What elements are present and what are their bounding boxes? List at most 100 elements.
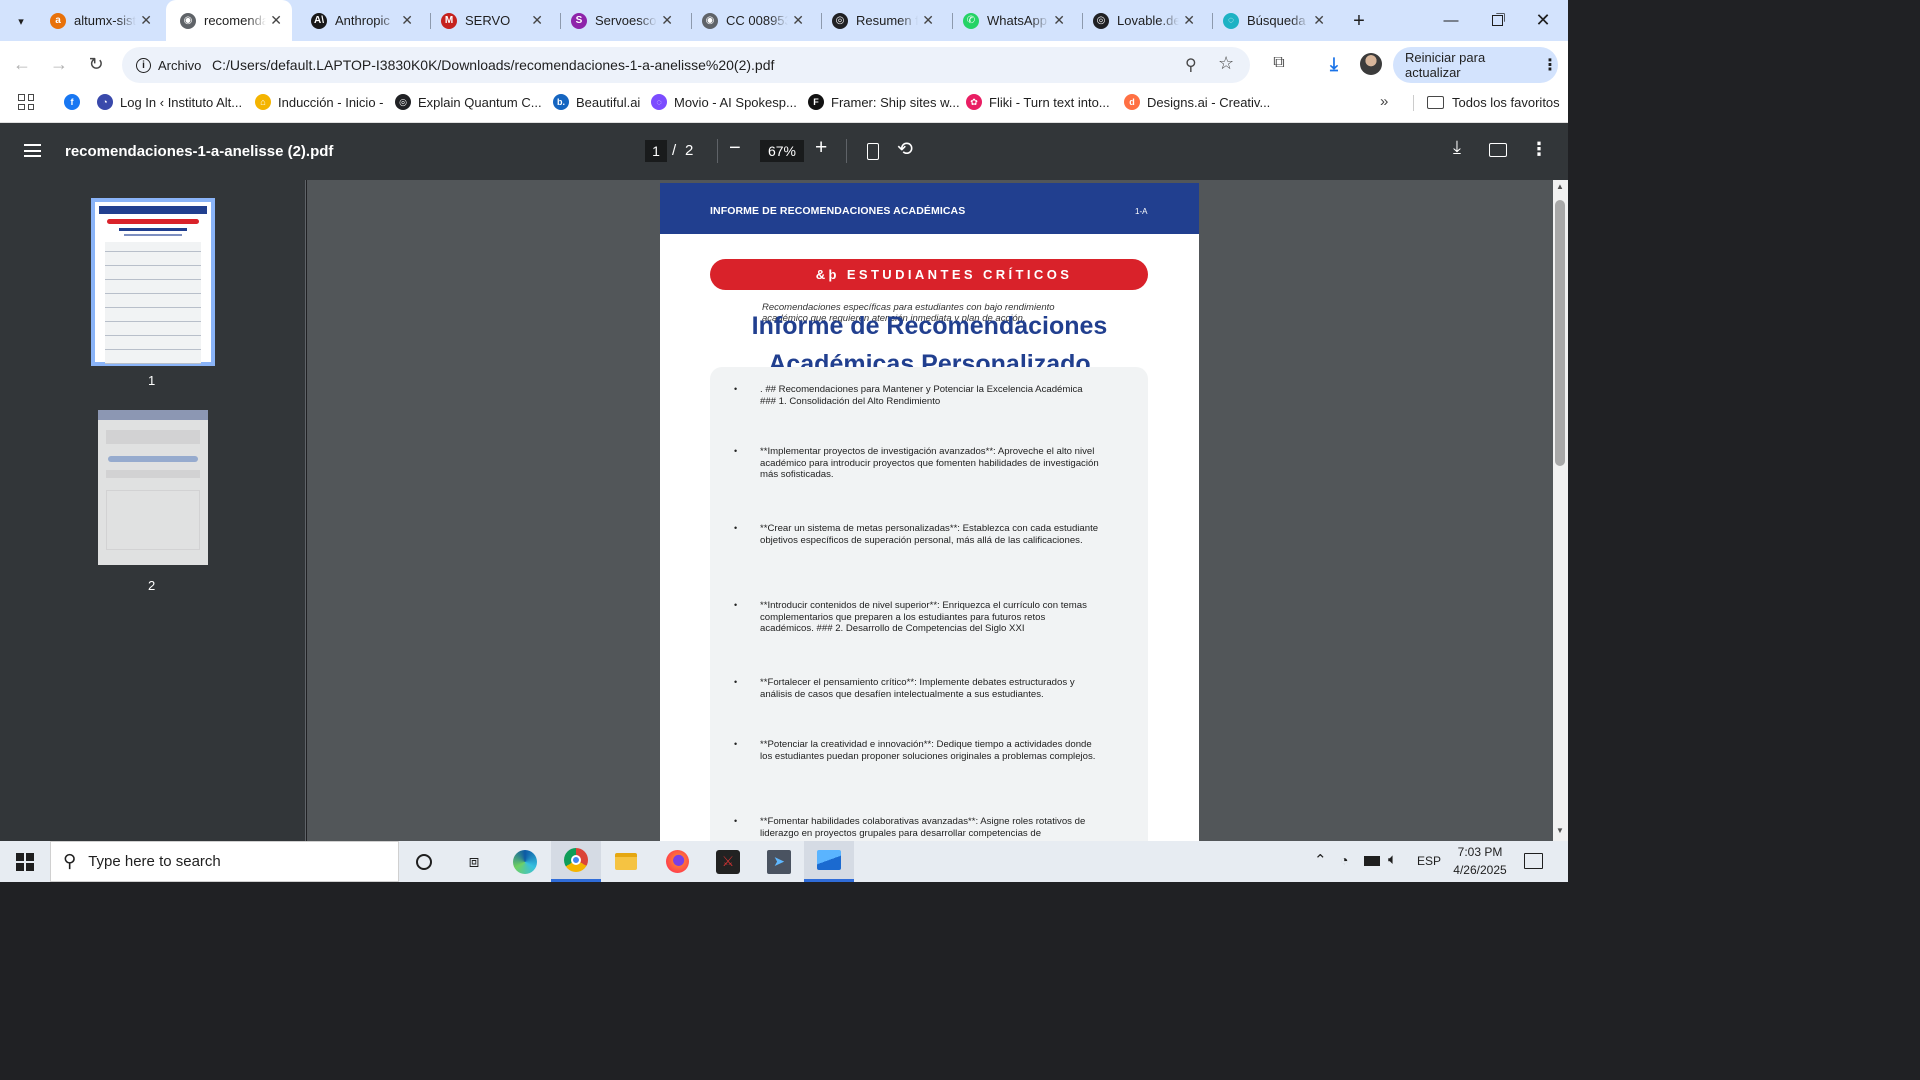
- show-hidden-icons[interactable]: ⌃: [1314, 851, 1327, 869]
- bookmark-item-7[interactable]: F Framer: Ship sites w...: [808, 88, 960, 116]
- thumbnail-page-2[interactable]: [98, 410, 208, 565]
- rotate-icon[interactable]: ⟲: [897, 138, 913, 161]
- minimize-button[interactable]: —: [1428, 0, 1474, 41]
- tab-separator: [691, 13, 692, 29]
- bookmark-icon: ◌: [651, 94, 667, 110]
- zoom-in-button[interactable]: +: [815, 136, 827, 160]
- new-tab-button[interactable]: +: [1346, 8, 1372, 34]
- start-button[interactable]: [0, 841, 50, 882]
- bookmark-item-5[interactable]: b. Beautiful.ai: [553, 88, 640, 116]
- tab-close-icon[interactable]: ✕: [1313, 12, 1325, 29]
- bookmark-item-2[interactable]: ◔ Log In ‹ Instituto Alt...: [97, 88, 242, 116]
- tab-close-icon[interactable]: ✕: [401, 12, 413, 29]
- tab-2[interactable]: ◉ recomenda ✕: [166, 0, 292, 41]
- tab-favicon-icon: S: [571, 12, 587, 29]
- taskbar-search-box[interactable]: ⚲ Type here to search: [50, 841, 399, 882]
- cortana-icon[interactable]: [399, 841, 449, 882]
- fit-page-icon[interactable]: [867, 143, 879, 160]
- bookmark-item-6[interactable]: ◌ Movio - AI Spokesp...: [651, 88, 797, 116]
- chrome-icon[interactable]: [551, 841, 601, 882]
- bookmark-label: Movio - AI Spokesp...: [674, 94, 797, 110]
- bookmarks-overflow-icon[interactable]: »: [1380, 93, 1388, 110]
- bookmark-item-8[interactable]: ✿ Fliki - Turn text into...: [966, 88, 1110, 116]
- print-icon[interactable]: [1489, 143, 1507, 157]
- url-text[interactable]: C:/Users/default.LAPTOP-I3830K0K/Downloa…: [212, 57, 774, 73]
- extensions-icon[interactable]: ⧉: [1268, 54, 1290, 72]
- firefox-icon[interactable]: [652, 841, 702, 882]
- bookmark-star-icon[interactable]: ☆: [1218, 53, 1234, 74]
- tab-7[interactable]: ◎ Resumen f ✕: [824, 0, 944, 41]
- tab-close-icon[interactable]: ✕: [792, 12, 804, 29]
- tab-close-icon[interactable]: ✕: [270, 12, 282, 29]
- language-indicator[interactable]: ESP: [1417, 854, 1441, 868]
- back-button[interactable]: ←: [11, 54, 33, 75]
- bullet-icon: •: [734, 523, 738, 533]
- notification-center-icon[interactable]: [1524, 853, 1543, 869]
- tab-9[interactable]: ◎ Lovable.de ✕: [1085, 0, 1205, 41]
- tab-search-button[interactable]: ▾: [8, 8, 34, 34]
- task-view-icon[interactable]: ⧈: [449, 841, 499, 882]
- site-info-chip[interactable]: i Archivo: [128, 51, 211, 79]
- scroll-thumb[interactable]: [1555, 200, 1565, 466]
- tab-1[interactable]: a altumx-sist ✕: [42, 0, 162, 41]
- scroll-down-arrow[interactable]: ▼: [1556, 826, 1564, 835]
- tab-3[interactable]: A\ Anthropic ✕: [303, 0, 423, 41]
- tab-favicon-icon: a: [50, 12, 66, 29]
- tab-close-icon[interactable]: ✕: [531, 12, 543, 29]
- zoom-level-input[interactable]: 67%: [760, 140, 804, 162]
- tab-favicon-icon: ◌: [1223, 12, 1239, 29]
- reload-button[interactable]: ↻: [85, 54, 107, 75]
- windows-logo-icon: [16, 852, 34, 871]
- tab-close-icon[interactable]: ✕: [1053, 12, 1065, 29]
- tab-8[interactable]: ✆ WhatsApp ✕: [955, 0, 1075, 41]
- bookmark-item-4[interactable]: ◎ Explain Quantum C...: [395, 88, 542, 116]
- tab-4[interactable]: M SERVO ✕: [433, 0, 553, 41]
- bookmark-label: Log In ‹ Instituto Alt...: [120, 94, 243, 110]
- tab-close-icon[interactable]: ✕: [140, 12, 152, 29]
- profile-avatar[interactable]: [1360, 53, 1382, 75]
- doc-header-bar: INFORME DE RECOMENDACIONES ACADÉMICAS 1-…: [660, 183, 1199, 234]
- app-icon-dark[interactable]: ⚔: [703, 841, 753, 882]
- app-icon-remote[interactable]: ➤: [754, 841, 804, 882]
- close-window-button[interactable]: ✕: [1520, 0, 1566, 41]
- clock-date[interactable]: 4/26/2025: [1448, 863, 1512, 877]
- tab-6[interactable]: ◉ CC 008953 ✕: [694, 0, 814, 41]
- edge-icon[interactable]: [500, 841, 550, 882]
- clock-time[interactable]: 7:03 PM: [1448, 845, 1512, 859]
- bookmark-item-3[interactable]: ⌂ Inducción - Inicio -: [255, 88, 384, 116]
- tab-close-icon[interactable]: ✕: [661, 12, 673, 29]
- tab-close-icon[interactable]: ✕: [922, 12, 934, 29]
- bullet-icon: •: [734, 600, 738, 610]
- wifi-icon[interactable]: ◔: [1340, 852, 1348, 868]
- zoom-out-button[interactable]: −: [729, 137, 741, 160]
- tab-5[interactable]: S Servoescol ✕: [563, 0, 683, 41]
- photos-icon[interactable]: [804, 841, 854, 882]
- downloads-icon[interactable]: ⤓: [1323, 54, 1345, 75]
- all-bookmarks-folder[interactable]: Todos los favoritos: [1427, 88, 1560, 116]
- restore-button[interactable]: [1474, 0, 1520, 41]
- file-explorer-icon[interactable]: [601, 841, 651, 882]
- apps-grid-icon[interactable]: [18, 94, 34, 110]
- page-separator: /: [672, 142, 677, 159]
- bookmark-item-9[interactable]: d Designs.ai - Creativ...: [1124, 88, 1270, 116]
- page-number-input[interactable]: 1: [645, 140, 667, 162]
- forward-button[interactable]: →: [48, 54, 70, 75]
- viewer-scrollbar[interactable]: ▲ ▼: [1553, 180, 1568, 841]
- zoom-icon[interactable]: ⚲: [1185, 55, 1197, 75]
- volume-icon[interactable]: 🔈︎: [1388, 851, 1397, 868]
- tab-10[interactable]: ◌ Búsqueda ✕: [1215, 0, 1335, 41]
- pdf-more-icon[interactable]: ⋮: [1530, 139, 1548, 160]
- restart-update-button[interactable]: Reiniciar para actualizar ⋮: [1393, 47, 1558, 83]
- download-pdf-icon[interactable]: ⤓: [1453, 137, 1461, 158]
- toolbar-divider-2: [846, 139, 847, 163]
- bookmark-item-1[interactable]: f: [64, 88, 87, 116]
- thumbnail-page-1[interactable]: [91, 198, 215, 366]
- scroll-up-arrow[interactable]: ▲: [1556, 182, 1564, 191]
- battery-icon[interactable]: [1364, 856, 1380, 866]
- address-bar[interactable]: i Archivo C:/Users/default.LAPTOP-I3830K…: [122, 47, 1250, 83]
- tab-close-icon[interactable]: ✕: [1183, 12, 1195, 29]
- sidebar-menu-icon[interactable]: [24, 144, 41, 157]
- recommendation-text: **Introducir contenidos de nivel superio…: [760, 600, 1087, 635]
- bullet-icon: •: [734, 739, 738, 749]
- pdf-viewer[interactable]: INFORME DE RECOMENDACIONES ACADÉMICAS 1-…: [307, 180, 1553, 841]
